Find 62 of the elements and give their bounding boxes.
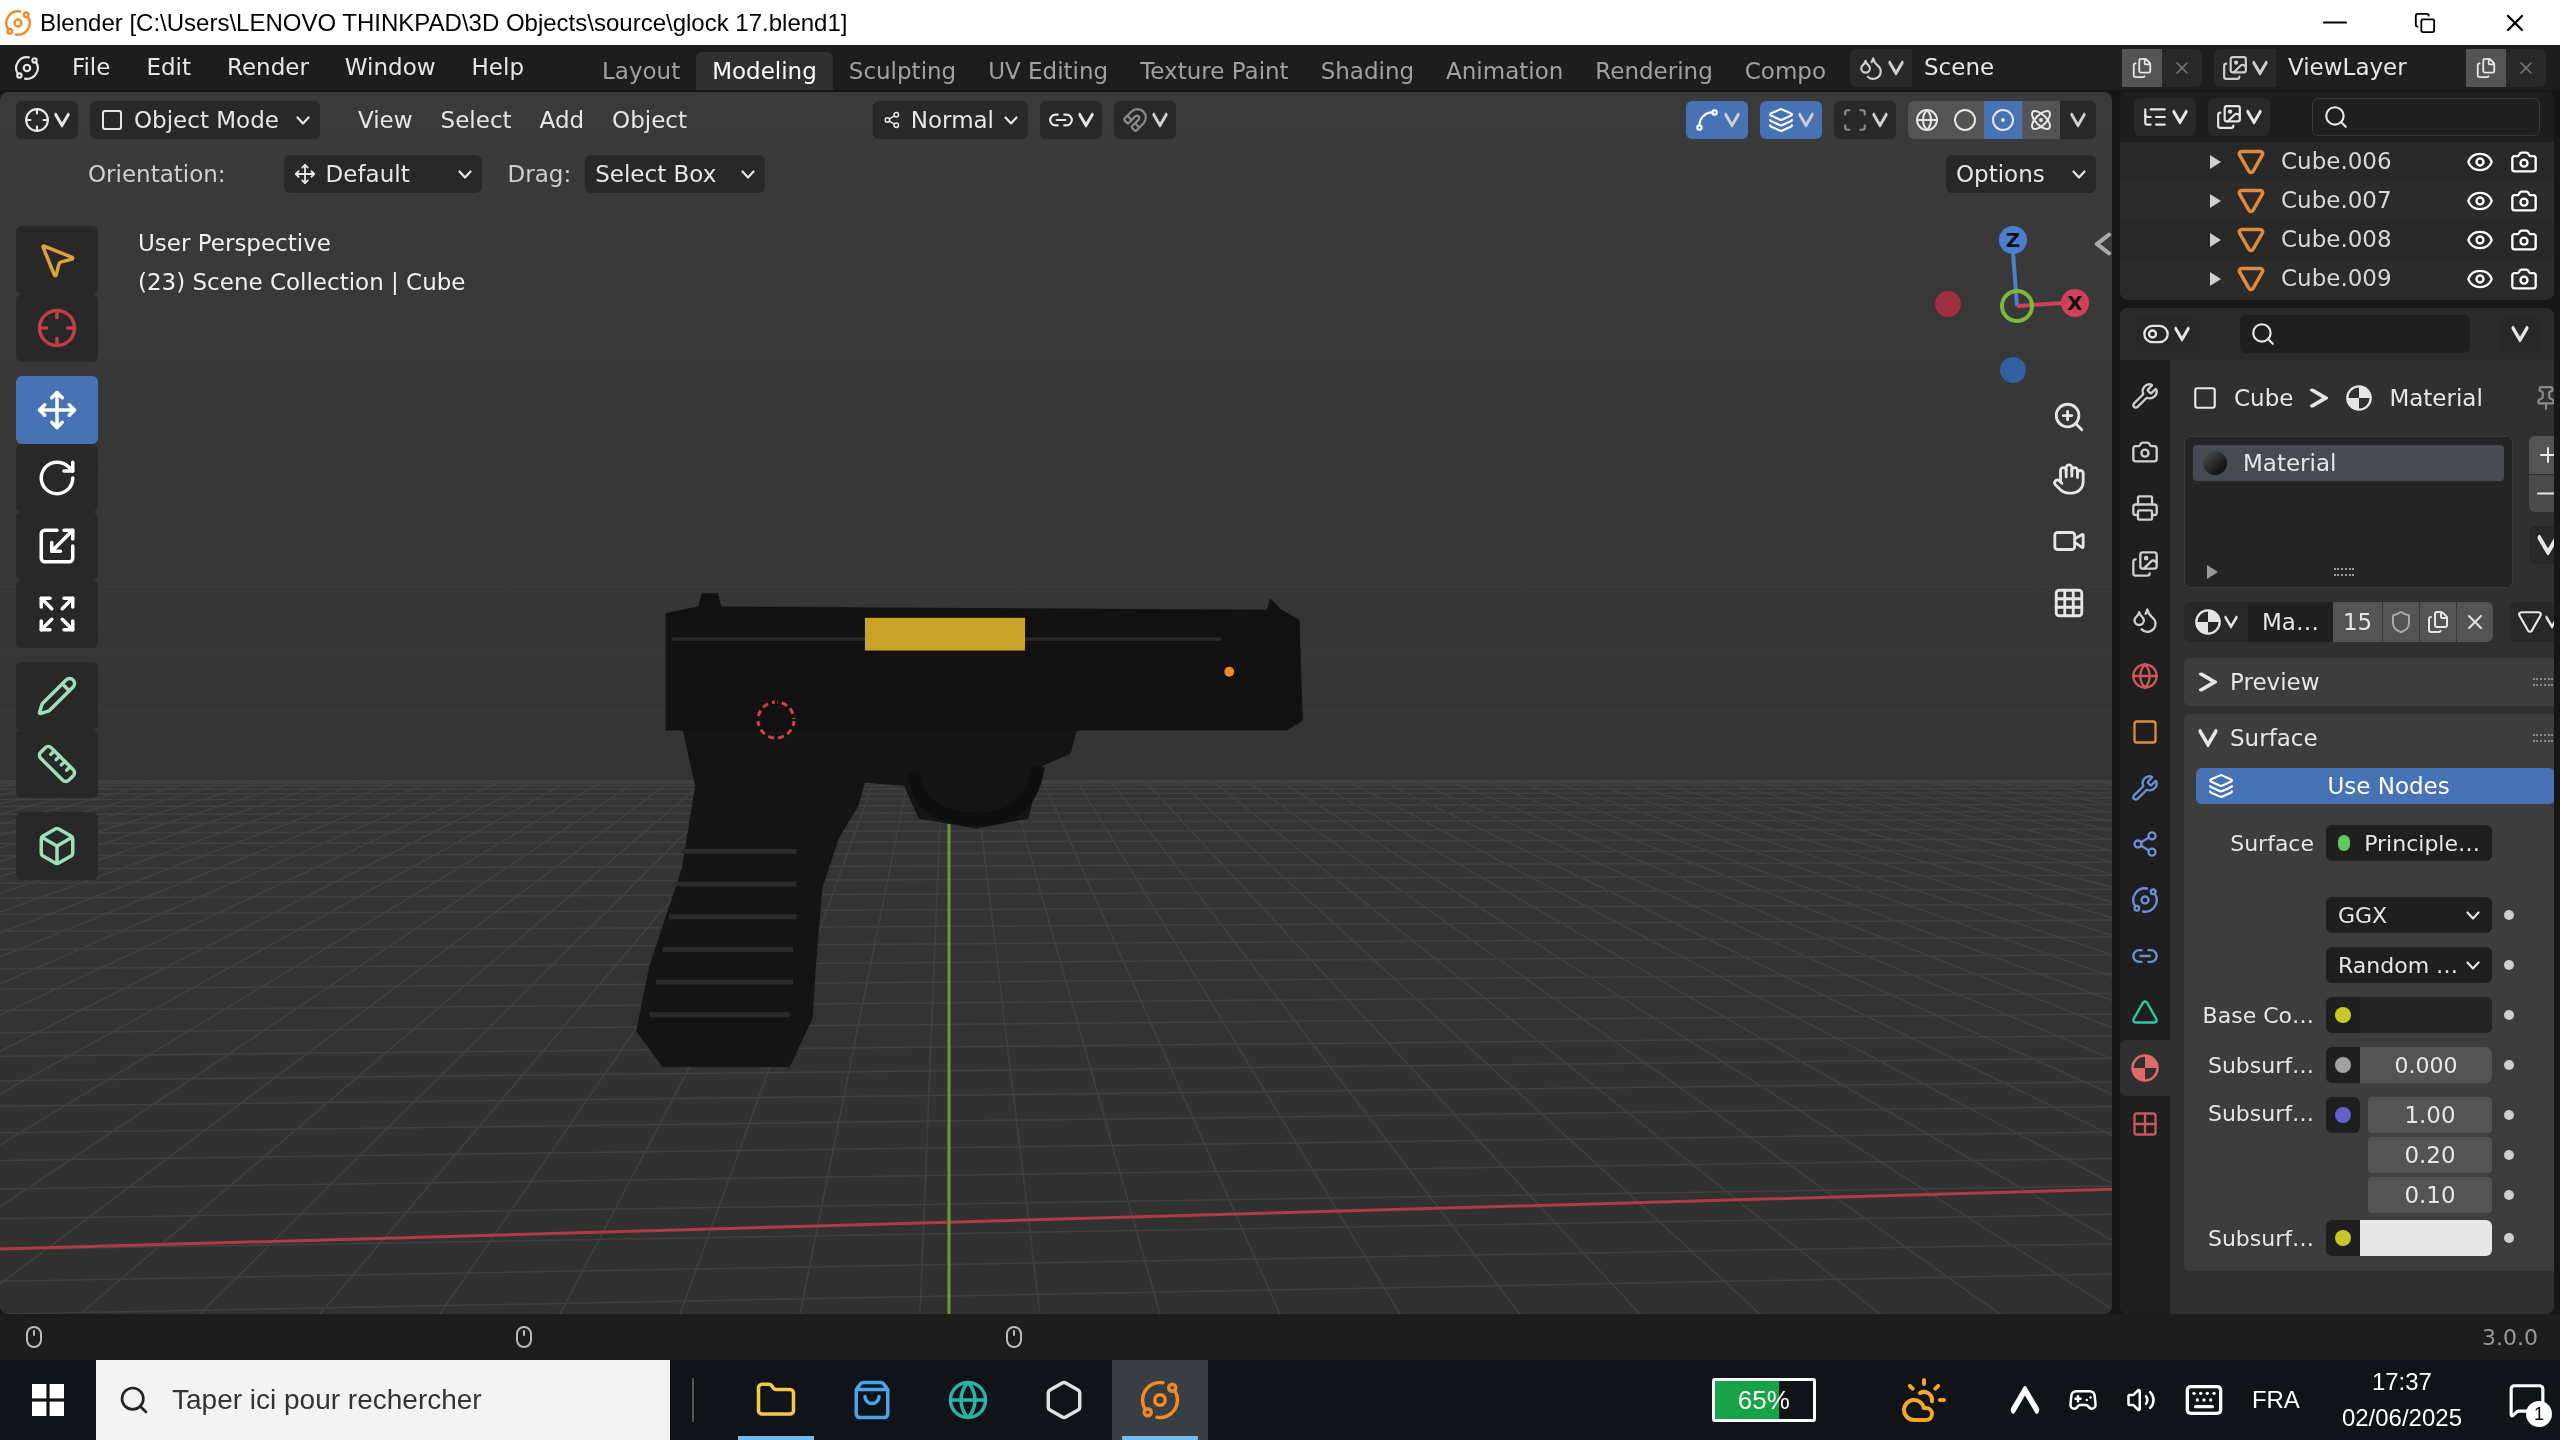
viewport-info-text: (23) Scene Collection | Cube — [138, 267, 466, 297]
dropdown[interactable]: Random … — [2326, 947, 2492, 983]
number-field[interactable]: 0.20 — [2368, 1137, 2492, 1173]
field-label: Orientation: — [88, 159, 226, 189]
orientation-dropdown[interactable]: Normal — [873, 101, 1028, 139]
menu-item[interactable]: Add — [525, 102, 599, 138]
drag-dropdown[interactable]: Select Box — [585, 155, 766, 193]
material-name-field[interactable]: Ma… — [2248, 602, 2333, 642]
breadcrumb-text: Cube — [2234, 383, 2294, 413]
version-text: 3.0.0 — [2482, 1323, 2538, 1352]
notification-count: 1 — [2526, 1401, 2552, 1427]
transform-orientation-dropdown[interactable]: Default — [283, 155, 482, 193]
workspace-tab[interactable]: Modeling — [696, 52, 833, 90]
menu-item[interactable]: Select — [426, 102, 526, 138]
number-field[interactable]: 1.00 — [2368, 1097, 2492, 1133]
breadcrumb-text: Material — [2389, 383, 2483, 413]
time-text: 17:37 — [2371, 1367, 2432, 1397]
menu-item[interactable]: View — [344, 102, 427, 138]
clock[interactable]: 17:37 02/06/2025 — [2341, 1364, 2462, 1436]
object-name: Cube.006 — [2281, 147, 2392, 177]
object-name: Cube.009 — [2281, 264, 2392, 294]
workspace-tab[interactable]: Texture Paint — [1124, 52, 1305, 90]
panel-header[interactable]: Surface — [2184, 714, 2554, 762]
use-nodes-button[interactable]: Use Nodes — [2196, 768, 2554, 804]
number-field[interactable]: 0.10 — [2368, 1177, 2492, 1213]
menu-item[interactable]: File — [57, 50, 125, 85]
property-label: Surface — [2229, 829, 2314, 858]
property-label: Subsurf… — [2206, 1051, 2314, 1080]
workspace-tab[interactable]: Layout — [586, 52, 697, 90]
property-label: Subsurf… — [2206, 1100, 2314, 1128]
window-title: Blender [C:\Users\LENOVO THINKPAD\3D Objects\source\glock 17.blend1] — [40, 7, 848, 38]
workspace-tab[interactable]: Rendering — [1579, 52, 1729, 90]
axis-gizmo-drawing: Z X — [1930, 222, 2100, 392]
property-label: Base Co… — [2201, 1001, 2314, 1030]
number-field[interactable]: 0.000 — [2360, 1047, 2492, 1083]
menu-item[interactable]: Edit — [132, 50, 205, 85]
search-box[interactable]: Taper ici pour rechercher — [96, 1360, 670, 1440]
panel-header[interactable]: Preview — [2184, 658, 2554, 706]
menu-item[interactable]: Help — [457, 50, 538, 85]
field-label: Drag: — [507, 159, 572, 189]
view-layer-name-field[interactable]: ViewLayer — [2276, 48, 2466, 87]
mode-dropdown[interactable]: Object Mode — [90, 101, 320, 139]
options-dropdown[interactable]: Options — [1946, 155, 2096, 193]
menu-item[interactable]: Object — [598, 102, 701, 138]
language-indicator[interactable]: FRA — [2251, 1382, 2300, 1418]
workspace-tab[interactable]: UV Editing — [972, 52, 1125, 90]
object-name: Cube.008 — [2281, 225, 2392, 255]
user-count[interactable]: 15 — [2332, 602, 2383, 642]
workspace-tab[interactable]: Animation — [1430, 52, 1580, 90]
dropdown[interactable]: GGX — [2326, 897, 2492, 933]
scene-name-field[interactable]: Scene — [1912, 48, 2122, 87]
menu-item[interactable]: Render — [212, 50, 323, 85]
workspace-tab[interactable]: Sculpting — [832, 52, 973, 90]
menu-item[interactable]: Window — [330, 50, 450, 85]
workspace-tab[interactable]: Shading — [1304, 52, 1431, 90]
workspace-tab[interactable]: Compo — [1728, 52, 1842, 90]
slot-name: Material — [2243, 448, 2337, 478]
viewport-info-text: User Perspective — [138, 229, 332, 258]
material-slot[interactable]: Material — [2193, 445, 2505, 481]
property-label: Subsurf… — [2206, 1224, 2314, 1253]
object-name: Cube.007 — [2281, 186, 2392, 216]
date-text: 02/06/2025 — [2341, 1403, 2462, 1433]
